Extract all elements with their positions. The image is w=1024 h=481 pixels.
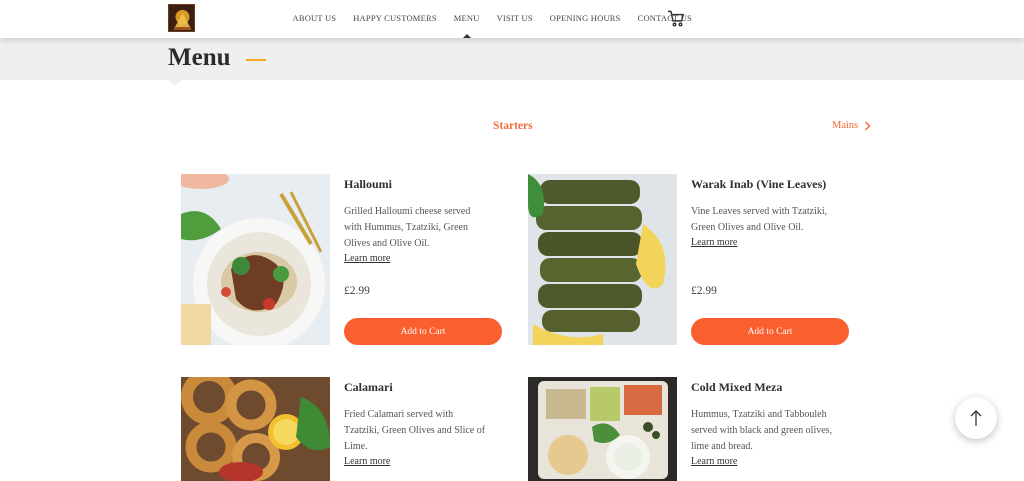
calamari-image[interactable] bbox=[181, 377, 330, 481]
learn-more-link[interactable]: Learn more bbox=[691, 456, 737, 467]
site-header: ABOUT US HAPPY CUSTOMERS MENU VISIT US O… bbox=[0, 0, 1024, 38]
halloumi-image[interactable] bbox=[181, 174, 330, 345]
item-name: Halloumi bbox=[344, 177, 393, 191]
learn-more-link[interactable]: Learn more bbox=[691, 237, 737, 248]
nav-contact-us[interactable]: CONTACT US bbox=[629, 0, 700, 38]
category-next-label: Mains bbox=[832, 120, 859, 131]
add-to-cart-button[interactable]: Add to Cart bbox=[344, 318, 502, 345]
learn-more-link[interactable]: Learn more bbox=[344, 253, 390, 264]
item-description-line: Lime. bbox=[344, 441, 368, 452]
item-description: Vine Leaves served with Tzatziki, Green … bbox=[691, 204, 861, 236]
item-price: £2.99 bbox=[344, 285, 370, 297]
item-description: Fried Calamari served with Tzatziki, Gre… bbox=[344, 407, 514, 455]
item-name: Calamari bbox=[344, 380, 393, 394]
nav-about-us[interactable]: ABOUT US bbox=[284, 0, 345, 38]
warak-inab-image[interactable] bbox=[528, 174, 677, 345]
item-description-line: Vine Leaves served with Tzatziki, bbox=[691, 206, 828, 217]
nav-visit-us[interactable]: VISIT US bbox=[488, 0, 541, 38]
item-description: Hummus, Tzatziki and Tabbouleh served wi… bbox=[691, 407, 861, 455]
nav-happy-customers[interactable]: HAPPY CUSTOMERS bbox=[345, 0, 446, 38]
item-description-line: Tzatziki, Green Olives and Slice of bbox=[344, 425, 486, 436]
item-description-line: Olives and Olive Oil. bbox=[344, 238, 430, 249]
title-notch bbox=[168, 80, 182, 86]
restaurant-logo[interactable] bbox=[168, 4, 195, 32]
item-description: Grilled Halloumi cheese served with Humm… bbox=[344, 204, 504, 252]
title-band bbox=[0, 38, 1024, 80]
item-description-line: with Hummus, Tzatziki, Green bbox=[344, 222, 468, 233]
item-description-line: Fried Calamari served with bbox=[344, 409, 454, 420]
item-description-line: Hummus, Tzatziki and Tabbouleh bbox=[691, 409, 827, 420]
title-accent-line bbox=[246, 59, 266, 61]
chevron-right-icon bbox=[865, 121, 871, 130]
category-current: Starters bbox=[493, 120, 533, 132]
cart-icon[interactable] bbox=[667, 9, 686, 28]
item-name: Cold Mixed Meza bbox=[691, 380, 783, 394]
item-price: £2.99 bbox=[691, 285, 717, 297]
add-to-cart-button[interactable]: Add to Cart bbox=[691, 318, 849, 345]
category-next-link[interactable]: Mains bbox=[832, 120, 871, 131]
arrow-up-icon bbox=[970, 410, 982, 426]
learn-more-link[interactable]: Learn more bbox=[344, 456, 390, 467]
nav-opening-hours[interactable]: OPENING HOURS bbox=[541, 0, 629, 38]
item-description-line: lime and bread. bbox=[691, 441, 753, 452]
cold-mixed-meza-image[interactable] bbox=[528, 377, 677, 481]
item-description-line: Green Olives and Olive Oil. bbox=[691, 222, 804, 233]
item-name: Warak Inab (Vine Leaves) bbox=[691, 177, 827, 191]
item-description-line: Grilled Halloumi cheese served bbox=[344, 206, 471, 217]
nav-menu[interactable]: MENU bbox=[445, 0, 488, 38]
main-nav: ABOUT US HAPPY CUSTOMERS MENU VISIT US O… bbox=[284, 0, 700, 38]
scroll-to-top-button[interactable] bbox=[955, 397, 997, 439]
page-title: Menu bbox=[168, 44, 231, 71]
item-description-line: served with black and green olives, bbox=[691, 425, 833, 436]
